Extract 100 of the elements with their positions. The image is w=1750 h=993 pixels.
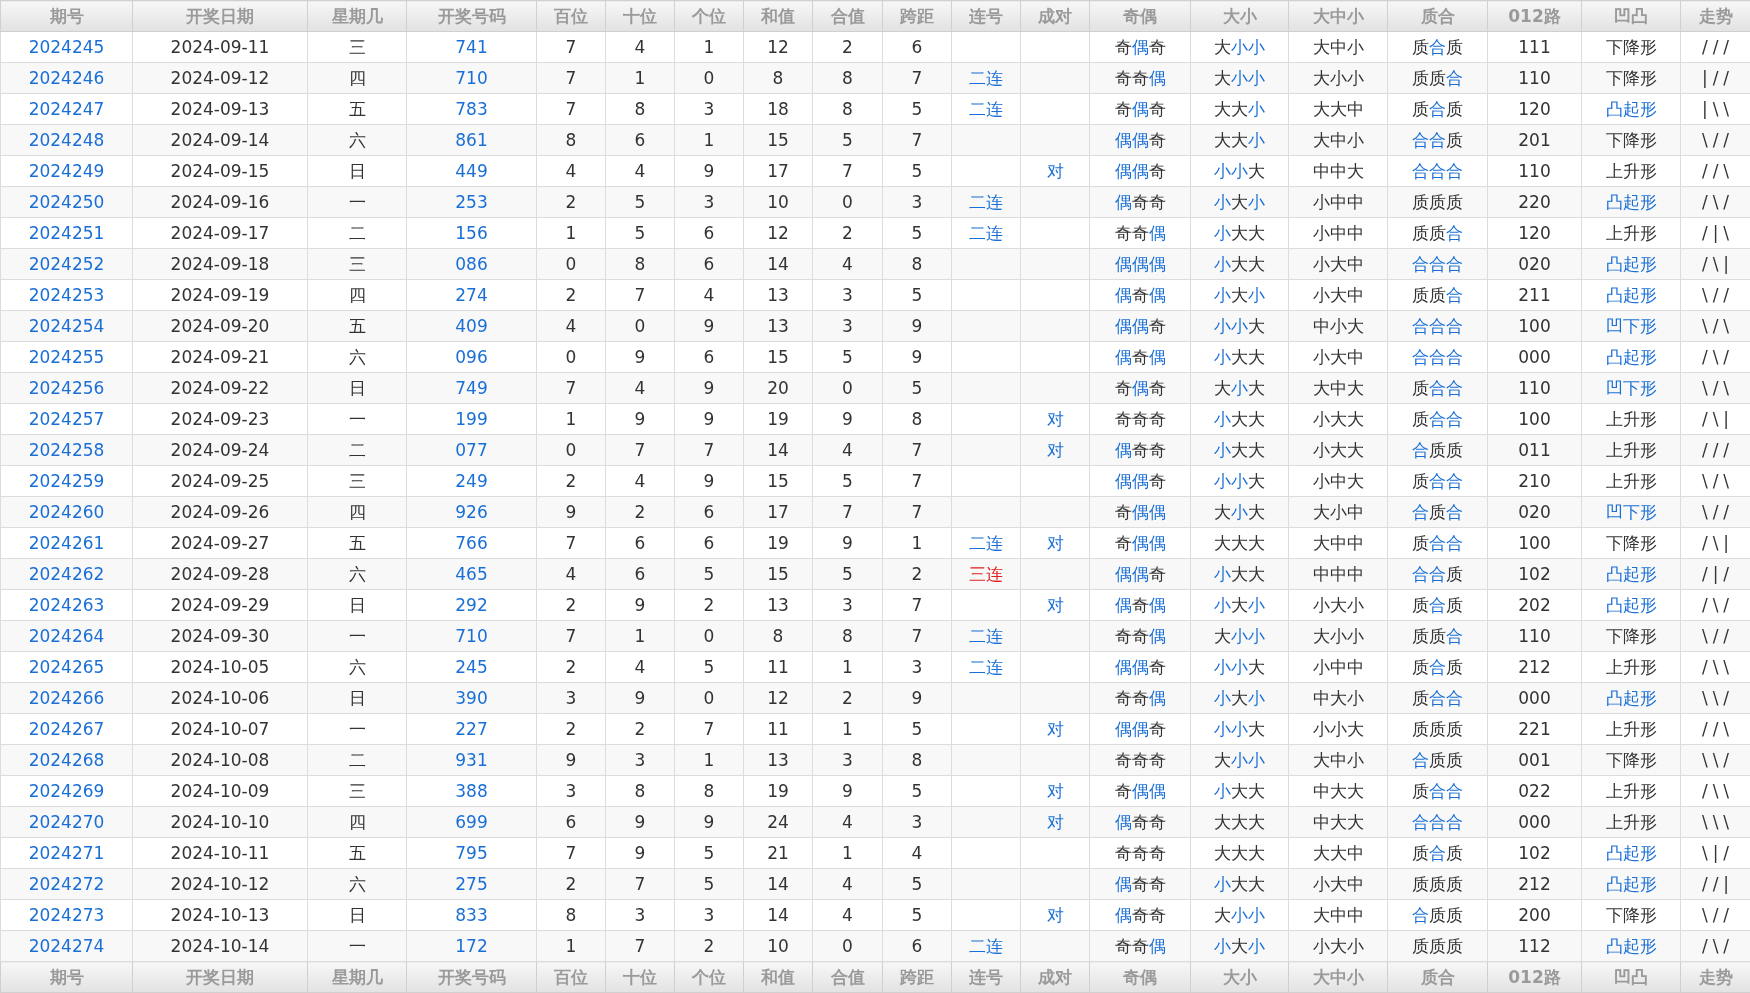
table-cell: 7	[812, 496, 883, 528]
table-cell: 四	[307, 496, 407, 528]
table-cell: 质质合	[1387, 217, 1488, 249]
table-cell: 7	[674, 713, 744, 745]
table-cell: 3	[812, 279, 883, 311]
table-cell: 二	[307, 217, 407, 249]
table-cell: 253	[406, 186, 537, 218]
table-cell: 21	[743, 837, 813, 869]
table-cell: 274	[406, 279, 537, 311]
table-cell: 中大大	[1288, 775, 1388, 807]
table-cell: 5	[605, 186, 675, 218]
column-header: 期号	[0, 961, 133, 993]
table-cell: 小大中	[1288, 279, 1388, 311]
table-cell: 100	[1487, 527, 1582, 559]
column-header: 连号	[951, 961, 1021, 993]
table-cell: 大大大	[1190, 806, 1289, 838]
table-cell: 上升形	[1581, 155, 1681, 187]
table-cell: 3	[674, 93, 744, 125]
table-cell: 3	[882, 186, 952, 218]
column-header: 走势	[1680, 0, 1750, 32]
table-cell: 质合质	[1387, 93, 1488, 125]
table-cell: 小大小	[1190, 682, 1289, 714]
table-cell: 大小大	[1190, 496, 1289, 528]
column-header: 跨距	[882, 961, 952, 993]
table-cell: 下降形	[1581, 124, 1681, 156]
column-header: 和值	[743, 0, 813, 32]
column-header: 奇偶	[1089, 961, 1191, 993]
table-cell: 2024-09-30	[132, 620, 308, 652]
table-cell: \//	[1680, 496, 1750, 528]
column-header: 开奖日期	[132, 0, 308, 32]
table-cell: 二	[307, 434, 407, 466]
table-cell: 18	[743, 93, 813, 125]
table-cell: 2	[536, 651, 606, 683]
table-cell: 102	[1487, 837, 1582, 869]
table-cell: 二连	[951, 651, 1021, 683]
table-cell: 质合质	[1387, 589, 1488, 621]
table-cell: 0	[812, 930, 883, 962]
table-cell: 110	[1487, 62, 1582, 94]
table-cell: 096	[406, 341, 537, 373]
table-cell: 1	[812, 837, 883, 869]
table-cell: 四	[307, 806, 407, 838]
table-cell: 上升形	[1581, 403, 1681, 435]
table-cell: 2024-09-24	[132, 434, 308, 466]
table-cell: 奇偶偶	[1089, 496, 1191, 528]
table-cell: 0	[536, 434, 606, 466]
table-cell: 五	[307, 527, 407, 559]
table-cell: 大大大	[1190, 837, 1289, 869]
table-cell: 六	[307, 651, 407, 683]
table-cell: 六	[307, 868, 407, 900]
table-cell: 2024-09-20	[132, 310, 308, 342]
table-cell: 12	[743, 682, 813, 714]
table-cell: 9	[605, 341, 675, 373]
table-cell: 795	[406, 837, 537, 869]
table-cell: 三	[307, 31, 407, 63]
table-cell: 000	[1487, 341, 1582, 373]
table-cell: 质合合	[1387, 372, 1488, 404]
table-cell: 2024-09-14	[132, 124, 308, 156]
table-cell: 5	[882, 713, 952, 745]
table-cell: 9	[674, 465, 744, 497]
table-cell: 偶奇奇	[1089, 868, 1191, 900]
column-header: 大小	[1190, 0, 1289, 32]
table-cell: 221	[1487, 713, 1582, 745]
table-cell: 5	[882, 899, 952, 931]
table-cell: 9	[674, 155, 744, 187]
table-cell: 13	[743, 589, 813, 621]
table-cell: 日	[307, 155, 407, 187]
table-cell: 000	[1487, 682, 1582, 714]
table-cell: 212	[1487, 651, 1582, 683]
table-cell: 2	[536, 589, 606, 621]
table-cell: 0	[812, 186, 883, 218]
table-cell: 小大大	[1288, 434, 1388, 466]
table-cell: 7	[536, 620, 606, 652]
table-cell: 100	[1487, 403, 1582, 435]
table-cell: 四	[307, 62, 407, 94]
table-cell: 210	[1487, 465, 1582, 497]
table-cell: 8	[605, 248, 675, 280]
table-cell: 大小小	[1190, 744, 1289, 776]
table-cell: 17	[743, 496, 813, 528]
table-cell: 2024-09-25	[132, 465, 308, 497]
column-header: 012路	[1487, 0, 1582, 32]
table-cell: 9	[882, 310, 952, 342]
table-cell: 7	[536, 527, 606, 559]
table-cell: 上升形	[1581, 806, 1681, 838]
table-cell: 8	[882, 248, 952, 280]
table-cell: 7	[882, 589, 952, 621]
table-cell: 大大中	[1288, 837, 1388, 869]
table-cell: 5	[882, 155, 952, 187]
table-cell: 小大中	[1288, 868, 1388, 900]
table-cell: 大小小	[1288, 62, 1388, 94]
table-cell: 2024-10-14	[132, 930, 308, 962]
table-cell: 质质质	[1387, 186, 1488, 218]
table-cell: 6	[674, 496, 744, 528]
table-cell: 质合质	[1387, 837, 1488, 869]
table-cell: 3	[536, 775, 606, 807]
table-cell: 二连	[951, 62, 1021, 94]
table-cell: 12	[743, 31, 813, 63]
table-cell: 偶奇奇	[1089, 186, 1191, 218]
table-cell: 小小大	[1190, 155, 1289, 187]
table-cell: 大小中	[1288, 496, 1388, 528]
column-header: 012路	[1487, 961, 1582, 993]
